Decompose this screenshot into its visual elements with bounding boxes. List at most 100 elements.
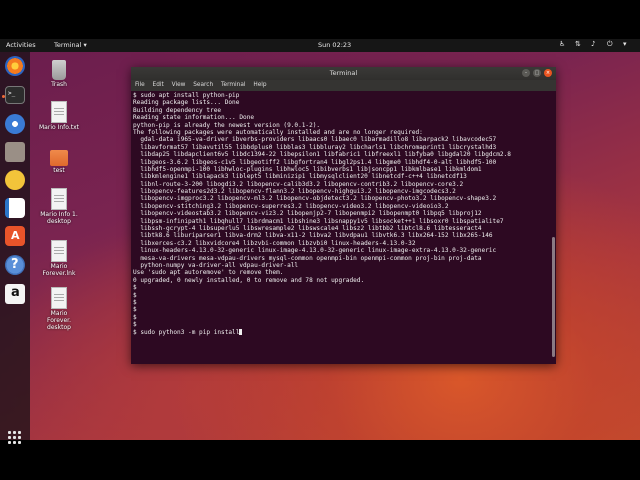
desktop-icon-label: test [53, 167, 65, 174]
link-file-icon [51, 240, 67, 262]
terminal-line: libssh-gcrypt-4 libsuperlu5 libswresampl… [132, 225, 552, 232]
terminal-line-text: mesa-va-drivers mesa-vdpau-drivers mysql… [133, 254, 482, 262]
accessibility-icon[interactable]: ♿ [559, 40, 566, 48]
dock [0, 52, 30, 444]
terminal-line-text: libnl-route-3-200 libogdi3.2 libopencv-c… [133, 180, 464, 188]
desktop-icon-test[interactable]: test [39, 147, 79, 174]
terminal-line-text: $ [133, 306, 137, 314]
terminal-line-text: $ sudo apt install python-pip [133, 92, 240, 99]
rhythmbox-icon[interactable] [5, 170, 25, 190]
desktop-icon-label: Mario Forever. desktop [47, 310, 71, 331]
terminal-line-text: $ [133, 321, 137, 329]
terminal-line-text: The following packages were automaticall… [133, 128, 423, 136]
minimize-button[interactable]: – [522, 69, 530, 77]
terminal-line-text: libtk8.6 liburiparser1 libva-drm2 libva-… [133, 232, 493, 240]
terminal-line-text: gdal-data i965-va-driver ibverbs-provide… [133, 136, 497, 144]
desktop-file-icon [51, 188, 67, 210]
terminal-line: linux-headers-4.13.0-32-generic linux-im… [132, 247, 552, 254]
terminal-line-text: libopencv-videostab3.2 libopencv-viz3.2 … [133, 210, 482, 218]
menu-view[interactable]: View [172, 82, 186, 88]
terminal-line: python-numpy va-driver-all vdpau-driver-… [132, 262, 552, 269]
terminal-line-text: $ [133, 291, 137, 299]
terminal-line: The following packages were automaticall… [132, 129, 552, 136]
terminal-line-text: libopencv-features2d3.2 libopencv-flann3… [133, 188, 456, 196]
close-button[interactable]: × [544, 69, 552, 77]
trash-icon [52, 60, 66, 80]
chevron-down-icon[interactable]: ▾ [623, 40, 630, 48]
terminal-line-text: libpsm-infinipath1 libqhull7 librdmacm1 … [133, 217, 504, 225]
terminal-line-text: libgeos-3.6.2 libgeos-c1v5 libgeotiff2 l… [133, 158, 497, 166]
firefox-icon[interactable] [5, 56, 25, 76]
terminal-line: libtk8.6 liburiparser1 libva-drm2 libva-… [132, 232, 552, 239]
terminal-line: libnl-route-3-200 libogdi3.2 libopencv-c… [132, 181, 552, 188]
terminal-line-text: libavformat57 libavutil55 libbdplus0 lib… [133, 143, 497, 151]
menu-file[interactable]: File [135, 82, 145, 88]
top-bar: Activities Terminal ▾ Sun 02:23 ♿ ⇅ ♪ ⏻ … [0, 39, 640, 52]
window-title: Terminal [329, 69, 358, 77]
terminal-line-text: libxerces-c3.2 libxvidcore4 libzvbi-comm… [133, 239, 416, 247]
terminal-icon[interactable] [2, 86, 25, 104]
libreoffice-writer-icon[interactable] [5, 198, 25, 218]
menu-help[interactable]: Help [253, 82, 266, 88]
terminal-line-text: libhdf5-openmpi-100 libhwloc-plugins lib… [133, 165, 482, 173]
help-icon[interactable] [5, 255, 25, 275]
desktop-icon-label: Mario Info 1. desktop [40, 211, 78, 225]
terminal-line: libxerces-c3.2 libxvidcore4 libzvbi-comm… [132, 240, 552, 247]
show-applications-icon[interactable] [5, 428, 25, 448]
terminal-line-text: 0 upgraded, 0 newly installed, 0 to remo… [133, 276, 365, 284]
desktop-icon-trash[interactable]: Trash [39, 60, 79, 88]
terminal-line: libopencv-stitching3.2 libopencv-superre… [132, 203, 552, 210]
terminal-line-text: python-pip is already the newest version… [133, 121, 321, 129]
activities-button[interactable]: Activities [6, 41, 36, 49]
terminal-titlebar[interactable]: Terminal – □ × [131, 67, 556, 80]
terminal-line-text: linux-headers-4.13.0-32-generic linux-im… [133, 247, 497, 255]
network-icon[interactable]: ⇅ [575, 40, 582, 48]
terminal-line: Reading package lists... Done [132, 99, 552, 106]
menu-search[interactable]: Search [193, 82, 213, 88]
desktop-icon-label: Mario Info.txt [39, 124, 79, 131]
maximize-button[interactable]: □ [533, 69, 541, 77]
terminal-line: libkmlengine1 liblapack3 liblept5 libmin… [132, 173, 552, 180]
menu-terminal[interactable]: Terminal [221, 82, 246, 88]
terminal-line: libopencv-videostab3.2 libopencv-viz3.2 … [132, 210, 552, 217]
desktop-icon-mario-forever-lnk[interactable]: Mario Forever.lnk [39, 240, 79, 277]
system-tray[interactable]: ♿ ⇅ ♪ ⏻ ▾ [559, 40, 630, 48]
terminal-line: $ [132, 292, 552, 299]
desktop-icon-mario-info-txt[interactable]: Mario Info.txt [39, 101, 79, 131]
terminal-line-text: Reading package lists... Done [133, 99, 240, 107]
thunderbird-icon[interactable] [5, 114, 25, 134]
volume-icon[interactable]: ♪ [591, 40, 598, 48]
software-center-icon[interactable] [5, 226, 25, 246]
terminal-output[interactable]: $ sudo apt install python-pip Reading pac… [131, 92, 552, 362]
desktop-icon-mario-info-desktop[interactable]: Mario Info 1. desktop [39, 188, 79, 225]
terminal-line: libgeos-3.6.2 libgeos-c1v5 libgeotiff2 l… [132, 159, 552, 166]
text-cursor [239, 328, 243, 335]
terminal-line-text: $ [133, 313, 137, 321]
terminal-line-text: Use 'sudo apt autoremove' to remove them… [133, 269, 284, 277]
menu-edit[interactable]: Edit [153, 82, 164, 88]
terminal-line: $ [132, 314, 552, 321]
terminal-line: libdap25 libdapclient6v5 libdc1394-22 li… [132, 151, 552, 158]
terminal-line: libavformat57 libavutil55 libbdplus0 lib… [132, 144, 552, 151]
terminal-line-text: Building dependency tree [133, 106, 222, 114]
desktop-icon-mario-forever-desktop[interactable]: Mario Forever. desktop [39, 287, 79, 331]
files-icon[interactable] [5, 142, 25, 162]
letterbox-bar [0, 440, 640, 480]
terminal-line: Building dependency tree [132, 107, 552, 114]
terminal-line-text: $ sudo python3 -m pip install [133, 328, 240, 336]
terminal-window[interactable]: Terminal – □ × File Edit View Search Ter… [131, 67, 556, 364]
terminal-line: python-pip is already the newest version… [132, 122, 552, 129]
scrollbar[interactable] [552, 237, 555, 357]
terminal-line: Use 'sudo apt autoremove' to remove them… [132, 269, 552, 276]
amazon-icon[interactable] [5, 284, 25, 304]
terminal-line: $ sudo apt install python-pip [132, 92, 552, 99]
power-icon[interactable]: ⏻ [607, 40, 614, 48]
clock[interactable]: Sun 02:23 [318, 41, 351, 49]
terminal-line-text: libssh-gcrypt-4 libsuperlu5 libswresampl… [133, 225, 482, 233]
desktop-icon-label: Mario Forever.lnk [42, 263, 76, 277]
terminal-line-text: libdap25 libdapclient6v5 libdc1394-22 li… [133, 151, 511, 159]
terminal-line: libopencv-imgproc3.2 libopencv-ml3.2 lib… [132, 195, 552, 202]
app-menu[interactable]: Terminal ▾ [54, 41, 87, 49]
terminal-line-text: $ [133, 284, 137, 292]
desktop-icon-label: Trash [51, 81, 67, 88]
